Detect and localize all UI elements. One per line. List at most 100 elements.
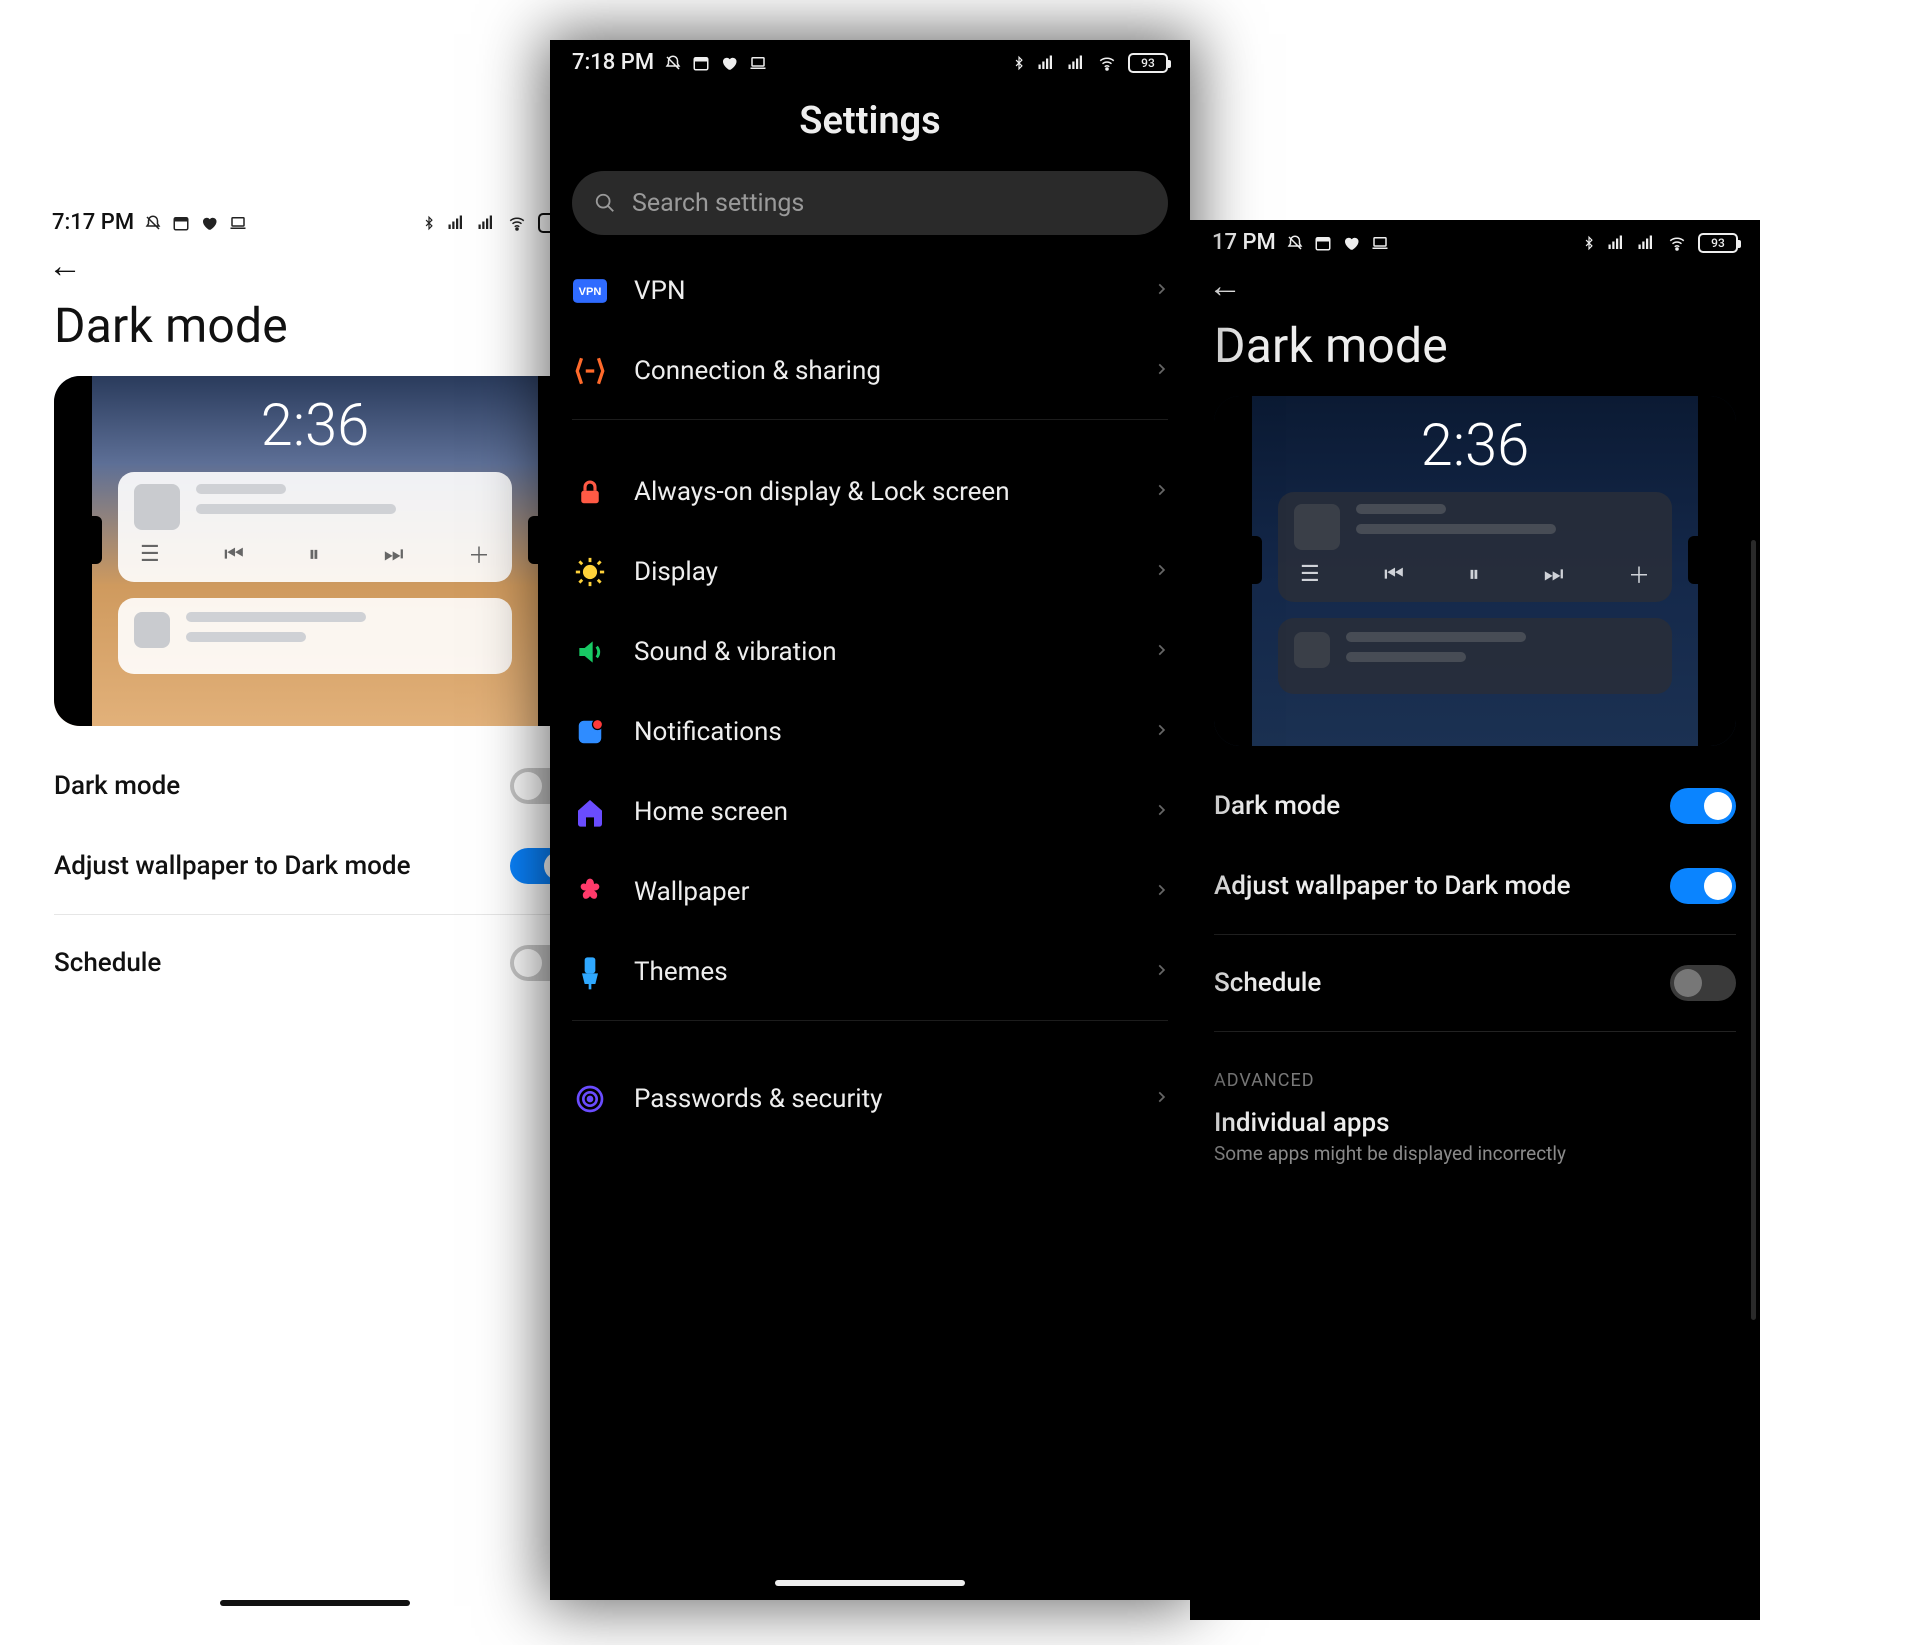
toggle-label: Adjust wallpaper to Dark mode <box>54 850 411 883</box>
gesture-bar[interactable] <box>30 1600 600 1606</box>
toggle-wallpaper-row[interactable]: Adjust wallpaper to Dark mode <box>1190 846 1760 926</box>
plus-icon: ＋ <box>468 538 490 570</box>
battery-icon: 93 <box>1128 53 1168 73</box>
chevron-right-icon <box>1154 479 1168 505</box>
toggle-wallpaper-row[interactable]: Adjust wallpaper to Dark mode <box>30 826 600 906</box>
wifi-icon <box>1096 54 1118 72</box>
list-icon: ☰ <box>1300 562 1320 587</box>
settings-item-homescreen[interactable]: Home screen <box>550 772 1190 852</box>
toggle-darkmode-row[interactable]: Dark mode <box>30 746 600 826</box>
mute-icon <box>664 54 682 72</box>
arrow-left-icon: ← <box>48 246 82 286</box>
heart-icon <box>200 214 218 232</box>
list-icon: ☰ <box>140 542 160 567</box>
status-bar: 7:18 PM 93 <box>550 40 1190 81</box>
settings-item-notifications[interactable]: Notifications <box>550 692 1190 772</box>
toggle-schedule-row[interactable]: Schedule <box>30 923 600 1003</box>
scrollbar[interactable] <box>1751 540 1756 1320</box>
settings-item-label: Sound & vibration <box>634 636 1128 669</box>
signal-icon <box>1036 54 1056 72</box>
brush-icon <box>572 954 608 990</box>
chevron-right-icon <box>1154 278 1168 304</box>
page-title: Settings <box>550 81 1190 171</box>
divider <box>1214 934 1736 935</box>
next-icon: ⏭ <box>1544 562 1564 587</box>
toggle-wallpaper[interactable] <box>1670 868 1736 904</box>
chevron-right-icon <box>1154 559 1168 585</box>
chevron-right-icon <box>1154 1086 1168 1112</box>
chevron-right-icon <box>1154 799 1168 825</box>
mute-icon <box>144 214 162 232</box>
signal-icon <box>446 214 466 232</box>
settings-item-label: Display <box>634 556 1128 589</box>
laptop-icon <box>748 54 768 72</box>
toggle-darkmode[interactable] <box>1670 788 1736 824</box>
calendar-icon <box>172 214 190 232</box>
svg-text:VPN: VPN <box>579 286 602 298</box>
settings-item-wallpaper[interactable]: Wallpaper <box>550 852 1190 932</box>
row-label: Individual apps <box>1214 1107 1389 1140</box>
individual-apps-row[interactable]: Individual apps <box>1190 1101 1760 1142</box>
signal-icon <box>1636 234 1656 252</box>
wifi-icon <box>1666 234 1688 252</box>
search-input[interactable]: Search settings <box>572 171 1168 235</box>
calendar-icon <box>692 54 710 72</box>
signal-icon <box>1606 234 1626 252</box>
toggle-schedule[interactable] <box>1670 965 1736 1001</box>
settings-item-label: VPN <box>634 275 1128 308</box>
darkmode-preview: 2:36 ☰ ⏮ ⏸ ⏭ ＋ <box>1214 396 1736 746</box>
toggle-label: Schedule <box>1214 967 1321 1000</box>
bluetooth-icon <box>422 213 436 233</box>
heart-icon <box>720 54 738 72</box>
row-subtext: Some apps might be displayed incorrectly <box>1190 1142 1760 1165</box>
status-bar: 17 PM 93 <box>1190 220 1760 261</box>
toggle-darkmode-row[interactable]: Dark mode <box>1190 766 1760 846</box>
settings-item-label: Themes <box>634 956 1128 989</box>
settings-item-aod[interactable]: Always-on display & Lock screen <box>550 452 1190 532</box>
settings-item-security[interactable]: Passwords & security <box>550 1059 1190 1139</box>
preview-clock: 2:36 <box>54 392 576 460</box>
settings-item-display[interactable]: Display <box>550 532 1190 612</box>
heart-icon <box>1342 234 1360 252</box>
status-time: 7:18 PM <box>572 50 654 75</box>
back-button[interactable]: ← <box>1190 261 1760 311</box>
settings-item-connshare[interactable]: Connection & sharing <box>550 331 1190 411</box>
gesture-bar[interactable] <box>550 1580 1190 1586</box>
settings-item-label: Passwords & security <box>634 1083 1128 1116</box>
laptop-icon <box>228 214 248 232</box>
search-placeholder: Search settings <box>632 189 804 218</box>
vpn-icon: VPN <box>572 273 608 309</box>
next-icon: ⏭ <box>384 542 404 567</box>
settings-item-label: Connection & sharing <box>634 355 1128 388</box>
settings-item-label: Notifications <box>634 716 1128 749</box>
back-button[interactable]: ← <box>30 241 600 291</box>
speaker-icon <box>572 634 608 670</box>
plus-icon: ＋ <box>1628 558 1650 590</box>
laptop-icon <box>1370 234 1390 252</box>
mute-icon <box>1286 234 1304 252</box>
signal-icon <box>476 214 496 232</box>
pause-icon: ⏸ <box>1468 562 1479 587</box>
toggle-schedule-row[interactable]: Schedule <box>1190 943 1760 1023</box>
bluetooth-icon <box>1012 53 1026 73</box>
prev-icon: ⏮ <box>1384 562 1404 587</box>
darkmode-preview: 2:36 ☰ ⏮ ⏸ ⏭ ＋ <box>54 376 576 726</box>
settings-item-themes[interactable]: Themes <box>550 932 1190 1012</box>
toggle-label: Dark mode <box>54 770 180 803</box>
status-time: 7:17 PM <box>52 210 134 235</box>
page-title: Dark mode <box>30 291 600 376</box>
battery-icon: 93 <box>1698 233 1738 253</box>
settings-item-vpn[interactable]: VPN VPN <box>550 251 1190 331</box>
lock-icon <box>572 474 608 510</box>
settings-item-label: Wallpaper <box>634 876 1128 909</box>
prev-icon: ⏮ <box>224 542 244 567</box>
settings-item-sound[interactable]: Sound & vibration <box>550 612 1190 692</box>
toggle-label: Schedule <box>54 947 161 980</box>
settings-item-label: Always-on display & Lock screen <box>634 476 1128 509</box>
calendar-icon <box>1314 234 1332 252</box>
search-icon <box>594 192 616 214</box>
chevron-right-icon <box>1154 358 1168 384</box>
phone-darkmode-dark: 17 PM 93 ← Dark mode 2:36 <box>1190 220 1760 1620</box>
status-time: 17 PM <box>1212 230 1276 255</box>
chevron-right-icon <box>1154 719 1168 745</box>
